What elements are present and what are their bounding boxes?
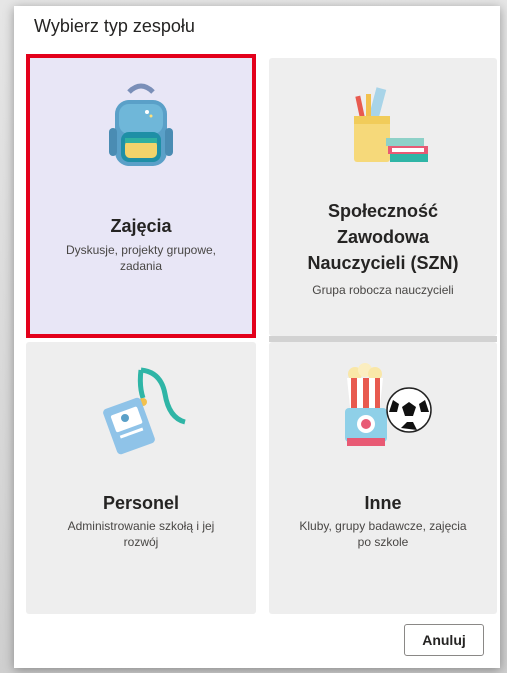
card-description: Grupa robocza nauczycieli bbox=[312, 283, 454, 297]
team-type-card-class[interactable]: Zajęcia Dyskusje, projekty grupowe, zada… bbox=[26, 54, 256, 338]
card-description: Kluby, grupy badawcze, zajęcia po szkole bbox=[299, 519, 467, 549]
team-type-card-staff[interactable]: Personel Administrowanie szkołą i jej ro… bbox=[26, 342, 256, 614]
card-description: Dyskusje, projekty grupowe, zadania bbox=[65, 243, 217, 273]
team-type-dialog: Wybierz typ zespołu Zajęcia Dyskusje, pr… bbox=[14, 6, 500, 668]
cancel-button[interactable]: Anuluj bbox=[404, 624, 484, 656]
id-badge-lanyard-icon bbox=[81, 360, 201, 460]
team-type-card-other[interactable]: Inne Kluby, grupy badawcze, zajęcia po s… bbox=[269, 342, 497, 614]
dialog-title: Wybierz typ zespołu bbox=[34, 16, 195, 36]
card-title: Inne bbox=[364, 493, 402, 513]
card-title: Społeczność Zawodowa Nauczycieli (SZN) bbox=[307, 201, 459, 273]
pencil-cup-books-icon bbox=[328, 80, 438, 170]
team-type-card-plc[interactable]: Społeczność Zawodowa Nauczycieli (SZN) G… bbox=[269, 58, 497, 336]
card-title: Zajęcia bbox=[110, 216, 172, 236]
backpack-icon bbox=[101, 82, 181, 172]
card-description: Administrowanie szkołą i jej rozwój bbox=[67, 519, 215, 549]
popcorn-camera-ball-icon bbox=[323, 356, 443, 456]
card-title: Personel bbox=[102, 493, 180, 513]
